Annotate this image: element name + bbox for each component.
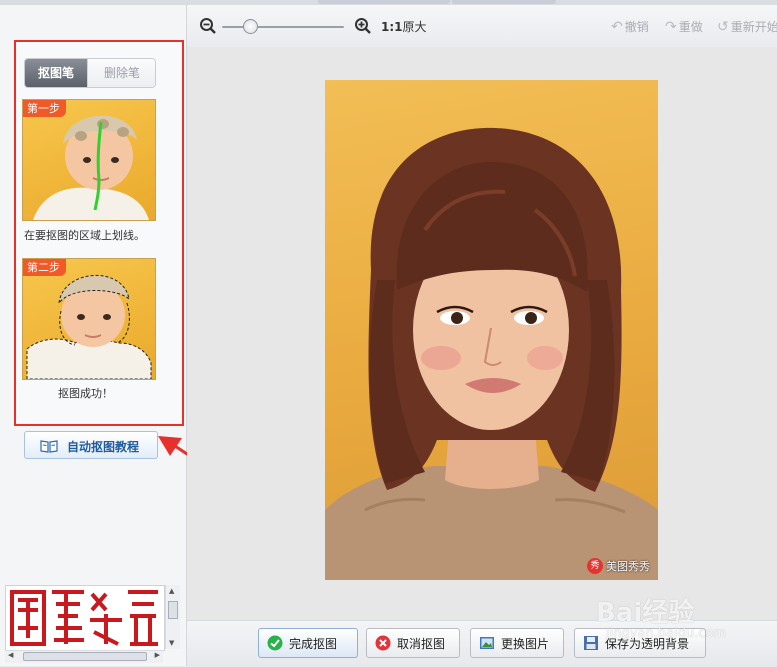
tutorial-label: 自动抠图教程 [67,440,140,454]
restart-label: 重新开始 [730,20,777,34]
portrait-photo[interactable]: 秀美图秀秀 [325,80,658,580]
top-tab[interactable] [452,0,556,4]
auto-cutout-tutorial-button[interactable]: 自动抠图教程 [24,431,158,459]
scroll-left-icon[interactable]: ◀ [8,651,13,659]
cancel-icon [375,635,391,651]
meitu-seal-icon: 秀 [587,558,603,574]
zoom-slider-handle[interactable] [243,19,258,34]
step-one-thumbnail: 第一步 [22,99,156,221]
change-image-button[interactable]: 更换图片 [470,628,564,658]
redo-button[interactable]: ↷ 重做 [665,18,703,35]
preview-thumbnail [5,585,165,651]
restart-icon: ↺ [717,19,729,35]
restart-button[interactable]: ↺ 重新开始 [717,18,777,35]
check-icon [267,635,283,651]
step-one-caption: 在要抠图的区域上划线。 [24,229,145,242]
step-two-illustration [26,275,152,379]
cancel-cutout-button[interactable]: 取消抠图 [366,628,460,658]
portrait-illustration [325,127,658,580]
zoom-out-icon[interactable] [199,17,217,35]
brush-mode-toggle: 抠图笔 删除笔 [24,58,156,88]
step-two-caption: 抠图成功！ [58,387,113,400]
scroll-thumb[interactable] [23,652,147,661]
seal-stamp-preview [6,586,164,650]
change-image-label: 更换图片 [501,636,550,651]
baidu-jingyan-watermark: Bai经验 jingyan.baidu.com [596,586,774,646]
baidu-brand: Bai经验 [596,598,695,628]
baidu-url: jingyan.baidu.com [606,626,726,641]
redo-icon: ↷ [665,19,677,35]
scroll-down-icon[interactable]: ▼ [169,639,174,647]
step-badge: 第二步 [23,259,66,276]
image-icon [479,635,495,651]
finish-cutout-label: 完成抠图 [289,636,338,651]
ratio-label: 原大 [402,20,427,34]
undo-button[interactable]: ↶ 撤销 [611,18,649,35]
tab-cutout-brush[interactable]: 抠图笔 [25,59,87,87]
tab-erase-brush[interactable]: 删除笔 [87,59,155,87]
top-tab[interactable] [318,0,450,4]
step-two-thumbnail: 第二步 [22,258,156,380]
step-one-illustration [33,115,149,220]
zoom-slider-track[interactable] [222,26,344,28]
redo-label: 重做 [678,20,703,34]
preview-vertical-scrollbar[interactable]: ▲ ▼ [165,585,180,649]
book-icon [40,440,58,453]
cancel-cutout-label: 取消抠图 [397,636,446,651]
scroll-up-icon[interactable]: ▲ [169,587,174,595]
scroll-right-icon[interactable]: ▶ [155,651,160,659]
meitu-watermark: 秀美图秀秀 [587,558,650,574]
zoom-in-icon[interactable] [354,17,372,35]
undo-label: 撤销 [624,20,649,34]
ratio-value: 1:1 [381,20,403,34]
finish-cutout-button[interactable]: 完成抠图 [258,628,358,658]
watermark-text: 美图秀秀 [606,560,650,573]
undo-icon: ↶ [611,19,623,35]
scroll-thumb[interactable] [168,601,178,619]
preview-horizontal-scrollbar[interactable]: ◀ ▶ [5,650,163,663]
step-badge: 第一步 [23,100,66,117]
actual-size-button[interactable]: 1:1原大 [381,18,427,35]
